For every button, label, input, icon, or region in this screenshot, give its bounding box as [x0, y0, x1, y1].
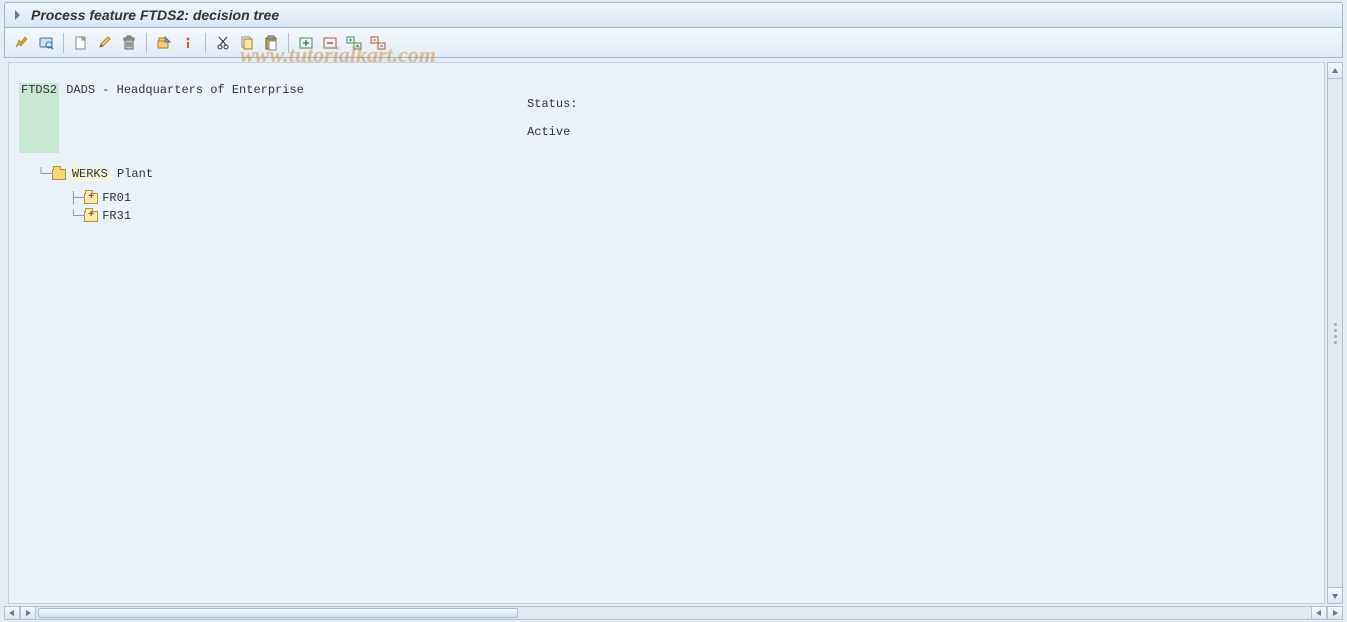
- scrollbar-track[interactable]: [36, 606, 1311, 620]
- toolbar-separator: [205, 33, 206, 53]
- tree-root-row[interactable]: FTDS2 DADS - Headquarters of Enterprise …: [19, 83, 1314, 153]
- page-title: Process feature FTDS2: decision tree: [31, 7, 279, 23]
- delete-icon[interactable]: [118, 32, 140, 54]
- paste-icon[interactable]: [260, 32, 282, 54]
- scroll-right-icon[interactable]: [20, 606, 36, 620]
- title-bar: Process feature FTDS2: decision tree: [4, 2, 1343, 28]
- scroll-left-icon[interactable]: [4, 606, 20, 620]
- create-icon[interactable]: [70, 32, 92, 54]
- cut-icon[interactable]: [212, 32, 234, 54]
- scrollbar-grip-icon: [1332, 319, 1338, 347]
- change-icon[interactable]: [94, 32, 116, 54]
- leaf-label: FR31: [102, 209, 131, 223]
- toolbar-separator: [63, 33, 64, 53]
- folder-closed-icon: [84, 193, 98, 204]
- copy-icon[interactable]: [236, 32, 258, 54]
- leaf-label: FR01: [102, 191, 131, 205]
- root-description: DADS - Headquarters of Enterprise: [66, 83, 304, 153]
- collapse-all-icon[interactable]: [367, 32, 389, 54]
- expand-icon[interactable]: [295, 32, 317, 54]
- tree-leaf-fr31[interactable]: └─ FR31: [41, 209, 1314, 223]
- collapse-icon[interactable]: [319, 32, 341, 54]
- vertical-scrollbar[interactable]: [1327, 62, 1343, 604]
- tree-node-werks[interactable]: └─ WERKS Plant: [23, 167, 1314, 181]
- other-icon[interactable]: [153, 32, 175, 54]
- tree-leaf-fr01[interactable]: ├─ FR01: [41, 191, 1314, 205]
- node-description: Plant: [117, 167, 153, 181]
- scroll-left-end-icon[interactable]: [1311, 606, 1327, 620]
- expand-all-icon[interactable]: [343, 32, 365, 54]
- node-code: WERKS: [70, 167, 110, 181]
- scroll-right-end-icon[interactable]: [1327, 606, 1343, 620]
- display-icon[interactable]: [35, 32, 57, 54]
- application-toolbar: [4, 28, 1343, 58]
- folder-open-icon: [52, 169, 66, 180]
- folder-closed-icon: [84, 211, 98, 222]
- scroll-down-icon[interactable]: [1328, 587, 1342, 603]
- horizontal-scrollbar[interactable]: [4, 606, 1343, 620]
- status-label: Status:: [527, 97, 577, 111]
- root-code: FTDS2: [19, 83, 59, 153]
- toolbar-separator: [288, 33, 289, 53]
- toolbar-separator: [146, 33, 147, 53]
- expand-marker-icon: [15, 10, 25, 20]
- tree-area: FTDS2 DADS - Headquarters of Enterprise …: [8, 62, 1325, 604]
- scroll-up-icon[interactable]: [1328, 63, 1342, 79]
- status-value: Active: [527, 125, 570, 139]
- status-block: Status: Active: [484, 83, 578, 153]
- scrollbar-thumb[interactable]: [38, 608, 518, 618]
- check-icon[interactable]: [11, 32, 33, 54]
- info-icon[interactable]: [177, 32, 199, 54]
